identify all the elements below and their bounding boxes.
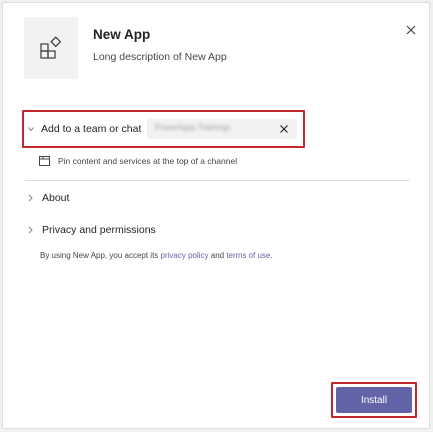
add-to-team-label: Add to a team or chat — [41, 123, 142, 135]
legal-notice: By using New App, you accept its privacy… — [40, 251, 273, 260]
pin-hint-row: Pin content and services at the top of a… — [39, 156, 237, 166]
install-button[interactable]: Install — [336, 387, 412, 413]
privacy-section-toggle[interactable]: Privacy and permissions — [27, 224, 156, 236]
divider — [25, 180, 410, 181]
privacy-policy-link[interactable]: privacy policy — [161, 251, 209, 260]
app-icon-tile — [24, 17, 78, 79]
team-picker-input[interactable]: PowerApps Trainings — [147, 119, 297, 139]
legal-suffix: . — [270, 251, 273, 260]
add-to-team-toggle[interactable]: Add to a team or chat — [27, 120, 141, 138]
apps-icon — [40, 36, 62, 59]
clear-icon[interactable] — [279, 124, 289, 134]
install-app-dialog: New App Long description of New App Add … — [2, 2, 430, 429]
chevron-down-icon — [28, 127, 34, 132]
terms-of-use-link[interactable]: terms of use — [226, 251, 270, 260]
selected-team-value: PowerApps Trainings — [155, 123, 231, 132]
pin-hint-text: Pin content and services at the top of a… — [58, 156, 238, 166]
close-icon[interactable] — [404, 23, 418, 37]
legal-and: and — [208, 251, 227, 260]
legal-prefix: By using New App, you accept its — [40, 251, 161, 260]
chevron-right-icon — [28, 226, 33, 234]
about-label: About — [42, 192, 70, 204]
chevron-right-icon — [28, 194, 33, 202]
app-description: Long description of New App — [93, 51, 227, 63]
app-name: New App — [93, 27, 151, 42]
privacy-label: Privacy and permissions — [42, 224, 156, 236]
about-section-toggle[interactable]: About — [27, 192, 69, 204]
channel-tab-icon — [39, 156, 50, 166]
